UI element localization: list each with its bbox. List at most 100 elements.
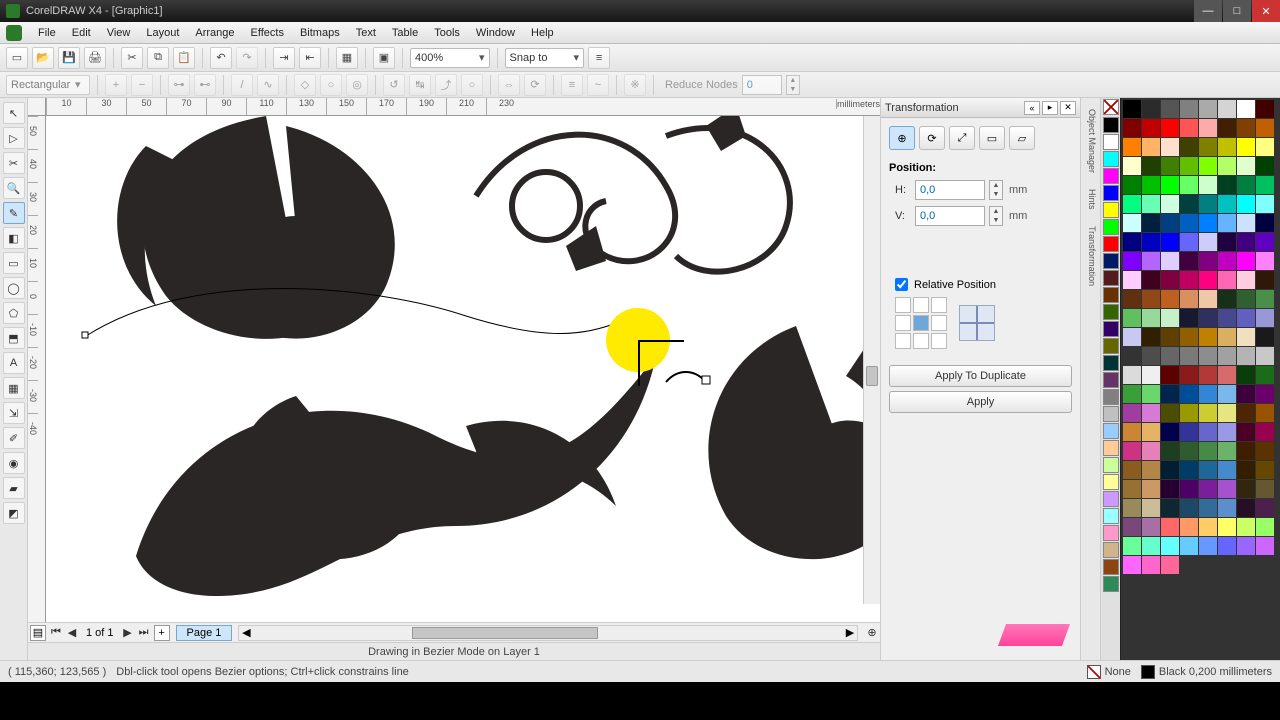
color-swatch[interactable] — [1142, 480, 1160, 498]
color-swatch[interactable] — [1142, 518, 1160, 536]
color-swatch[interactable] — [1218, 271, 1236, 289]
color-swatch[interactable] — [1103, 457, 1119, 473]
color-swatch[interactable] — [1180, 442, 1198, 460]
color-swatch[interactable] — [1218, 233, 1236, 251]
color-swatch[interactable] — [1142, 233, 1160, 251]
color-swatch[interactable] — [1218, 518, 1236, 536]
color-swatch[interactable] — [1218, 100, 1236, 118]
color-swatch[interactable] — [1161, 214, 1179, 232]
color-swatch[interactable] — [1123, 366, 1141, 384]
color-swatch[interactable] — [1103, 508, 1119, 524]
color-swatch[interactable] — [1103, 253, 1119, 269]
import-icon[interactable]: ⇥ — [273, 47, 295, 69]
color-swatch[interactable] — [1256, 347, 1274, 365]
color-swatch[interactable] — [1199, 176, 1217, 194]
print-icon[interactable]: 🖨 — [84, 47, 106, 69]
color-swatch[interactable] — [1199, 347, 1217, 365]
color-swatch[interactable] — [1218, 176, 1236, 194]
skew-tab-icon[interactable]: ▱ — [1009, 126, 1035, 150]
first-page-button[interactable]: ⏮ — [48, 626, 64, 639]
color-swatch[interactable] — [1199, 328, 1217, 346]
color-swatch[interactable] — [1237, 309, 1255, 327]
docker-tab[interactable]: Hints — [1081, 184, 1100, 215]
close-button[interactable]: ✕ — [1252, 0, 1280, 22]
color-swatch[interactable] — [1256, 423, 1274, 441]
add-node-icon[interactable]: + — [105, 74, 127, 96]
color-swatch[interactable] — [1237, 157, 1255, 175]
color-swatch[interactable] — [1142, 347, 1160, 365]
color-swatch[interactable] — [1180, 537, 1198, 555]
color-swatch[interactable] — [1237, 385, 1255, 403]
copy-icon[interactable]: ⧉ — [147, 47, 169, 69]
freehand-tool[interactable]: ✎ — [3, 202, 25, 224]
color-swatch[interactable] — [1161, 328, 1179, 346]
color-swatch[interactable] — [1218, 290, 1236, 308]
color-swatch[interactable] — [1123, 385, 1141, 403]
color-swatch[interactable] — [1161, 252, 1179, 270]
color-swatch[interactable] — [1237, 423, 1255, 441]
color-swatch[interactable] — [1123, 176, 1141, 194]
color-swatch[interactable] — [1237, 347, 1255, 365]
color-swatch[interactable] — [1180, 347, 1198, 365]
color-swatch[interactable] — [1237, 176, 1255, 194]
docker-tab[interactable]: Object Manager — [1081, 104, 1100, 178]
fill-indicator-icon[interactable] — [1087, 665, 1101, 679]
color-swatch[interactable] — [1161, 309, 1179, 327]
color-swatch[interactable] — [1123, 252, 1141, 270]
table-tool[interactable]: ▦ — [3, 377, 25, 399]
menu-effects[interactable]: Effects — [243, 25, 292, 41]
undo-icon[interactable]: ↶ — [210, 47, 232, 69]
color-swatch[interactable] — [1123, 290, 1141, 308]
color-swatch[interactable] — [1103, 406, 1119, 422]
basic-shapes-tool[interactable]: ⬒ — [3, 327, 25, 349]
color-swatch[interactable] — [1161, 119, 1179, 137]
color-swatch[interactable] — [1256, 461, 1274, 479]
color-swatch[interactable] — [1180, 480, 1198, 498]
color-swatch[interactable] — [1218, 347, 1236, 365]
join-nodes-icon[interactable]: ⊶ — [168, 74, 190, 96]
color-swatch[interactable] — [1142, 176, 1160, 194]
color-swatch[interactable] — [1256, 328, 1274, 346]
color-swatch[interactable] — [1103, 474, 1119, 490]
color-swatch[interactable] — [1161, 176, 1179, 194]
color-swatch[interactable] — [1161, 461, 1179, 479]
color-swatch[interactable] — [1180, 176, 1198, 194]
crop-tool[interactable]: ✂ — [3, 152, 25, 174]
color-swatch[interactable] — [1123, 328, 1141, 346]
v-position-input[interactable]: 0,0 — [915, 206, 985, 226]
color-swatch[interactable] — [1123, 309, 1141, 327]
color-swatch[interactable] — [1103, 287, 1119, 303]
docker-tab[interactable]: Transformation — [1081, 221, 1100, 291]
pick-tool[interactable]: ↖ — [3, 102, 25, 124]
reverse-icon[interactable]: ↺ — [383, 74, 405, 96]
vertical-scrollbar[interactable] — [863, 116, 880, 604]
color-swatch[interactable] — [1199, 157, 1217, 175]
color-swatch[interactable] — [1218, 119, 1236, 137]
options-icon[interactable]: ≡ — [588, 47, 610, 69]
color-swatch[interactable] — [1256, 271, 1274, 289]
color-swatch[interactable] — [1103, 542, 1119, 558]
color-swatch[interactable] — [1237, 499, 1255, 517]
color-swatch[interactable] — [1199, 385, 1217, 403]
color-swatch[interactable] — [1180, 290, 1198, 308]
cut-icon[interactable]: ✂ — [121, 47, 143, 69]
color-swatch[interactable] — [1180, 366, 1198, 384]
color-swatch[interactable] — [1123, 518, 1141, 536]
docker-collapse-button[interactable]: « — [1024, 101, 1040, 115]
color-swatch[interactable] — [1256, 252, 1274, 270]
color-swatch[interactable] — [1103, 525, 1119, 541]
color-swatch[interactable] — [1237, 404, 1255, 422]
color-swatch[interactable] — [1103, 372, 1119, 388]
close-curve-icon[interactable]: ○ — [461, 74, 483, 96]
to-line-icon[interactable]: / — [231, 74, 253, 96]
zoom-tool[interactable]: 🔍 — [3, 177, 25, 199]
color-swatch[interactable] — [1123, 157, 1141, 175]
color-swatch[interactable] — [1199, 138, 1217, 156]
new-icon[interactable]: ▭ — [6, 47, 28, 69]
color-swatch[interactable] — [1199, 366, 1217, 384]
menu-window[interactable]: Window — [468, 25, 523, 41]
color-swatch[interactable] — [1142, 556, 1160, 574]
elastic-icon[interactable]: ~ — [587, 74, 609, 96]
to-curve-icon[interactable]: ∿ — [257, 74, 279, 96]
color-swatch[interactable] — [1256, 366, 1274, 384]
